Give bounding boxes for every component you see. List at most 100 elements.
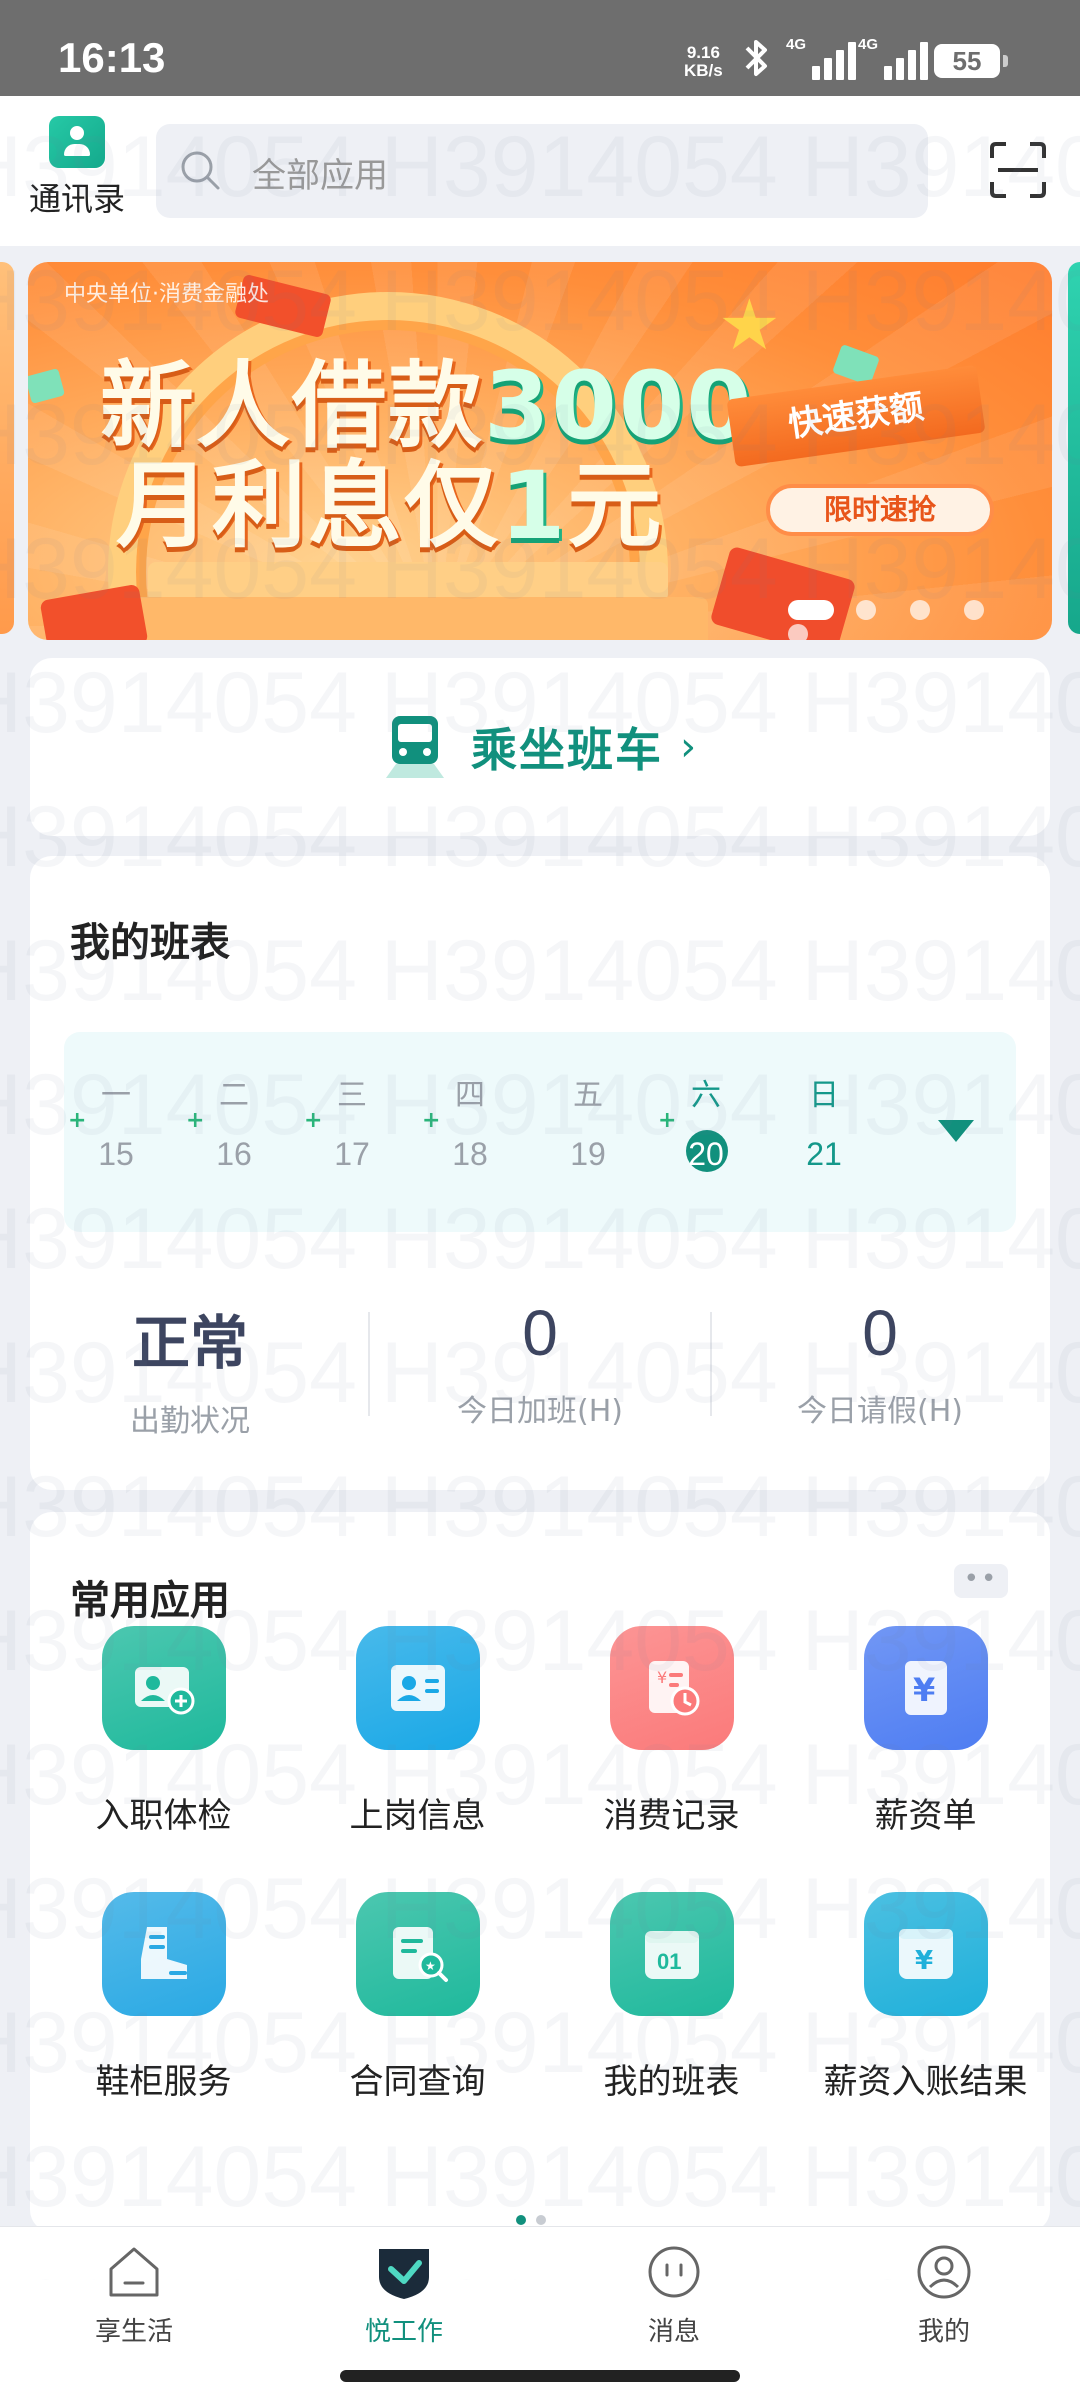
svg-text:¥: ¥	[913, 1671, 935, 1709]
contacts-label: 通讯录	[28, 180, 125, 218]
signal-label: 4G	[786, 36, 807, 53]
contacts-button[interactable]: 通讯录	[22, 116, 132, 220]
app-label: 薪资入账结果	[823, 2062, 1028, 2102]
id-card-icon	[355, 1626, 480, 1750]
contract-search-icon: ★	[355, 1892, 480, 2016]
day-date: 19	[570, 1136, 606, 1172]
app-label: 消费记录	[603, 1796, 740, 1836]
search-placeholder: 全部应用	[252, 156, 388, 196]
bus-icon	[384, 714, 446, 780]
work-shield-icon	[379, 2249, 429, 2299]
shuttle-bus-card[interactable]: 乘坐班车 ›	[30, 658, 1050, 836]
schedule-title: 我的班表	[70, 920, 230, 966]
page-dot	[516, 2215, 526, 2225]
app-label: 薪资单	[874, 1796, 977, 1836]
banner-dot	[788, 624, 808, 640]
day-cell[interactable]: 五 19	[548, 1032, 628, 1232]
banner-podium-top	[148, 562, 668, 602]
expand-calendar-icon[interactable]	[938, 1120, 974, 1142]
medical-check-icon	[101, 1626, 226, 1750]
overtime-today[interactable]: 0 今日加班(H)	[380, 1296, 700, 1430]
app-tile[interactable]: 01 我的班表	[554, 1892, 789, 2103]
banner-pagination	[788, 600, 1052, 640]
tab-life-label: 享生活	[94, 2317, 173, 2347]
tab-life[interactable]: 享生活	[34, 2241, 234, 2348]
status-time: 16:13	[58, 34, 166, 81]
day-weekday: 日	[809, 1078, 839, 1113]
day-cell[interactable]: 四 +18	[422, 1032, 510, 1232]
svg-text:¥: ¥	[657, 1668, 667, 1687]
scan-icon[interactable]	[988, 140, 1048, 200]
day-weekday: 一	[101, 1078, 131, 1113]
app-tile[interactable]: ★ 合同查询	[300, 1892, 535, 2103]
promo-banner[interactable]: ★ 中央单位·消费金融处 新人借款3000 月利息仅1元 快速获额 限时速抢	[28, 262, 1052, 640]
home-indicator[interactable]	[340, 2370, 740, 2382]
tab-messages[interactable]: 消息	[574, 2241, 774, 2348]
top-header: 通讯录 全部应用	[0, 96, 1080, 246]
receipt-clock-icon: ¥	[609, 1626, 734, 1750]
banner-podium-base	[108, 597, 708, 640]
more-options-icon[interactable]: ••	[954, 1564, 1008, 1598]
app-tile[interactable]: ¥ 薪资入账结果	[808, 1892, 1043, 2103]
yen-wallet-icon: ¥	[863, 1892, 988, 2016]
app-tile[interactable]: ¥ 消费记录	[554, 1626, 789, 1837]
day-weekday: 六	[691, 1078, 721, 1113]
day-date: 18	[452, 1136, 488, 1172]
search-input[interactable]: 全部应用	[156, 124, 928, 218]
tab-work[interactable]: 悦工作	[304, 2241, 504, 2348]
tab-work-label: 悦工作	[364, 2317, 443, 2347]
day-weekday: 五	[573, 1078, 603, 1113]
overtime-plus-marker: +	[304, 1108, 323, 1133]
day-cell[interactable]: 日 21	[784, 1032, 864, 1232]
battery-icon: 55	[934, 44, 1008, 78]
search-icon	[181, 151, 220, 190]
app-tile[interactable]: 上岗信息	[300, 1626, 535, 1837]
day-weekday: 四	[455, 1078, 485, 1113]
overtime-today-value: 0	[522, 1297, 558, 1369]
network-speed-value: 9.16	[686, 43, 720, 62]
yen-document-icon: ¥	[863, 1626, 988, 1750]
page-dot	[536, 2215, 546, 2225]
overtime-today-label: 今日加班(H)	[457, 1394, 623, 1429]
tab-messages-label: 消息	[647, 2317, 700, 2347]
day-date: 17	[334, 1136, 370, 1172]
overtime-plus-marker: +	[186, 1108, 205, 1133]
svg-text:01: 01	[657, 1949, 681, 1974]
leave-today[interactable]: 0 今日请假(H)	[720, 1296, 1040, 1430]
day-weekday: 二	[219, 1078, 249, 1113]
app-tile[interactable]: 入职体检	[46, 1626, 281, 1837]
overtime-plus-marker: +	[658, 1108, 677, 1133]
signal-label-2: 4G	[858, 36, 879, 53]
day-date: 15	[98, 1136, 134, 1172]
banner-next-peek	[1068, 262, 1080, 634]
shuttle-bus-label: 乘坐班车	[471, 723, 663, 777]
day-cell[interactable]: 六 +20	[658, 1032, 746, 1232]
attendance-status-value: 正常	[131, 1309, 248, 1377]
banner-headline-2-suffix: 元	[567, 452, 664, 561]
overtime-plus-marker: +	[68, 1108, 87, 1133]
bluetooth-icon	[742, 38, 772, 87]
banner-tag: 中央单位·消费金融处	[64, 282, 269, 307]
app-tile[interactable]: 鞋柜服务	[46, 1892, 281, 2103]
banner-headline-2-text: 月利息仅	[116, 452, 501, 561]
day-date: 20	[688, 1136, 724, 1172]
attendance-status[interactable]: 正常 出勤状况	[30, 1296, 350, 1440]
banner-cta-button[interactable]: 限时速抢	[766, 484, 994, 536]
week-strip: 一 +15 二 +16 三 +17 四 +18 五 19 六 +20 日 21	[64, 1032, 1016, 1232]
common-apps-title: 常用应用	[70, 1578, 230, 1624]
day-cell[interactable]: 三 +17	[304, 1032, 392, 1232]
tab-profile[interactable]: 我的	[844, 2241, 1044, 2348]
network-speed: 9.16 KB/s	[684, 44, 723, 80]
app-label: 鞋柜服务	[95, 2062, 232, 2102]
signal-icon: 4G	[786, 36, 856, 80]
app-label: 我的班表	[603, 2062, 740, 2102]
svg-text:¥: ¥	[915, 1946, 933, 1976]
banner-dot	[856, 600, 876, 620]
calendar-icon: 01	[609, 1892, 734, 2016]
overtime-plus-marker: +	[422, 1108, 441, 1133]
leave-today-label: 今日请假(H)	[797, 1394, 963, 1429]
app-tile[interactable]: ¥ 薪资单	[808, 1626, 1043, 1837]
day-cell[interactable]: 二 +16	[186, 1032, 274, 1232]
banner-dot	[788, 600, 834, 620]
day-cell[interactable]: 一 +15	[68, 1032, 156, 1232]
